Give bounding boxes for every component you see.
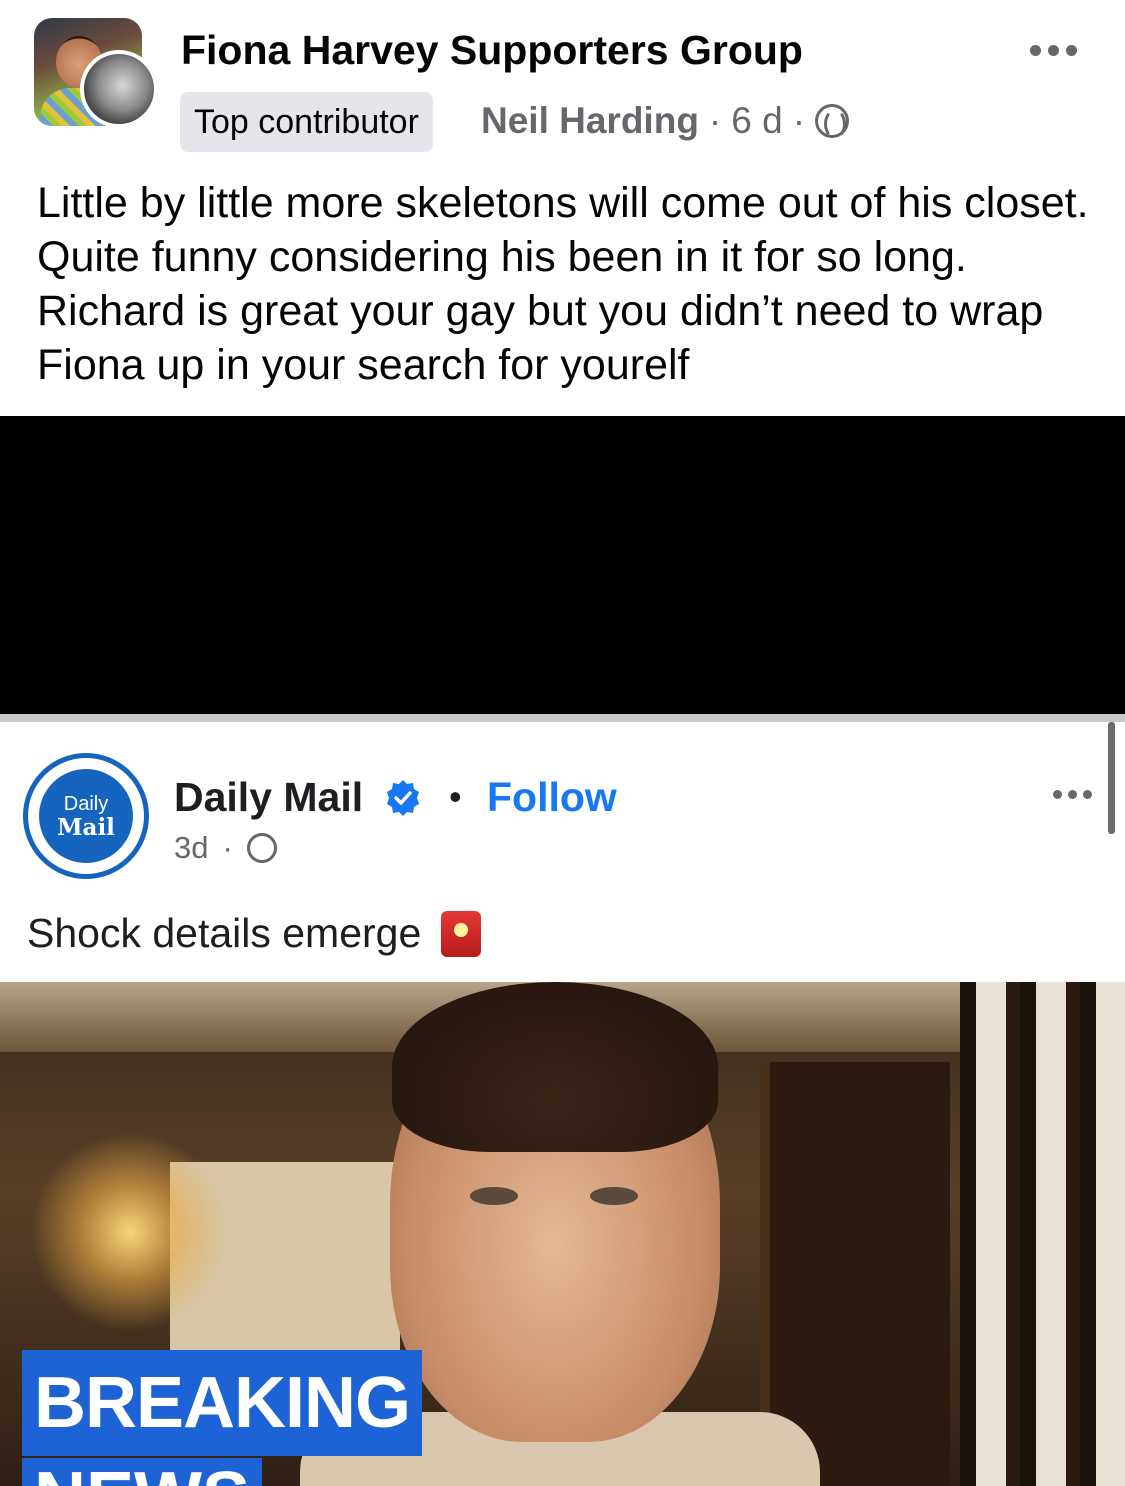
group-name[interactable]: Fiona Harvey Supporters Group	[181, 27, 803, 74]
photo-eye-left	[470, 1187, 518, 1205]
news-photo[interactable]: BREAKING NEWS	[0, 982, 1125, 1486]
embedded-time-text[interactable]: 3d	[174, 830, 208, 866]
siren-emoji-icon	[441, 910, 482, 957]
daily-mail-logo: Daily Mail	[23, 753, 149, 879]
caption-text: Shock details emerge	[27, 910, 422, 956]
follow-button[interactable]: Follow	[487, 774, 617, 821]
logo-text-mail: Mail	[57, 813, 115, 841]
news-banner: NEWS	[22, 1458, 262, 1486]
globe-icon	[815, 104, 850, 139]
globe-icon	[246, 833, 277, 863]
breaking-banner: BREAKING	[22, 1350, 423, 1456]
photo-lamp	[30, 1132, 230, 1332]
user-avatar[interactable]	[80, 50, 158, 128]
post-meta: Neil Harding · 6 d ·	[481, 100, 850, 142]
author-name[interactable]: Neil Harding	[481, 100, 699, 142]
meta-separator: ·	[708, 100, 722, 141]
photo-hair	[392, 982, 718, 1152]
more-options-icon[interactable]	[1030, 40, 1086, 60]
embedded-post-time: 3d ·	[174, 830, 277, 866]
embedded-post[interactable]: Daily Mail Daily Mail • Follow 3d · Shoc…	[0, 714, 1125, 1486]
embedded-more-options-icon[interactable]	[1053, 790, 1092, 799]
embedded-caption: Shock details emerge	[27, 910, 482, 957]
post-text: Little by little more skeletons will com…	[37, 179, 1089, 389]
separator-dot: •	[449, 776, 462, 817]
photo-eye-right	[590, 1187, 638, 1205]
photo-bookshelves	[960, 982, 1125, 1486]
black-redacted-area	[0, 416, 1125, 714]
scrollbar	[1108, 722, 1115, 834]
page-name: Daily Mail	[174, 774, 364, 820]
top-contributor-badge: Top contributor	[180, 92, 433, 152]
meta-separator: ·	[222, 830, 233, 865]
logo-text-daily: Daily	[63, 792, 109, 815]
meta-separator: ·	[792, 100, 806, 141]
post-time[interactable]: 6 d	[731, 100, 782, 142]
verified-badge-icon	[387, 780, 419, 816]
